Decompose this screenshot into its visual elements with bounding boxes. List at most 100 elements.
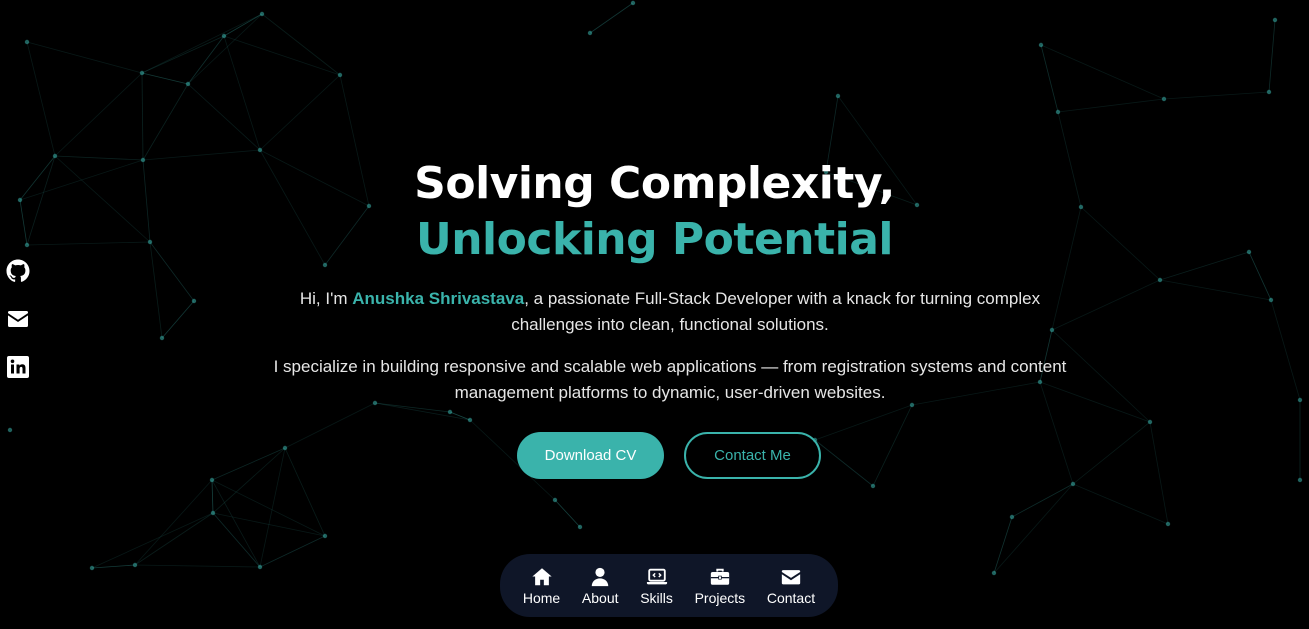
network-node (259, 11, 265, 17)
network-node (322, 533, 328, 539)
nav-item-home[interactable]: Home (523, 566, 560, 606)
hero-title-line2: Unlocking Potential (416, 214, 894, 265)
network-node (1297, 477, 1303, 483)
network-line (284, 402, 376, 449)
nav-item-skills[interactable]: Skills (640, 566, 673, 606)
network-line (1057, 98, 1165, 113)
network-line (993, 516, 1013, 574)
nav-item-label: About (581, 589, 619, 606)
network-node (139, 70, 145, 76)
network-line (26, 41, 143, 74)
network-line (1040, 44, 1059, 113)
network-line (449, 411, 471, 421)
network-node (89, 565, 95, 571)
network-node (1268, 297, 1274, 303)
network-node (24, 39, 30, 45)
network-node (191, 298, 197, 304)
network-node (282, 445, 288, 451)
nav-item-label: Home (522, 589, 561, 606)
network-line (1149, 421, 1169, 525)
hero-title-line1: Solving Complexity, (414, 158, 895, 209)
network-line (134, 564, 261, 568)
network-node (209, 477, 215, 483)
network-line (187, 35, 225, 85)
nav-item-projects[interactable]: Projects (694, 566, 746, 606)
network-line (1072, 483, 1169, 525)
network-line (993, 483, 1074, 574)
network-node (1266, 89, 1272, 95)
network-node (552, 497, 558, 503)
network-node (210, 510, 216, 516)
linkedin-icon (7, 356, 29, 378)
intro-prefix: Hi, I'm (299, 289, 353, 308)
network-line (1163, 91, 1270, 100)
nav-item-about[interactable]: About (582, 566, 619, 606)
network-node (577, 524, 583, 530)
network-node (1165, 521, 1171, 527)
network-line (554, 499, 581, 528)
network-line (211, 479, 261, 568)
network-line (161, 300, 195, 339)
nav-item-label: Projects (694, 589, 746, 606)
network-node (221, 33, 227, 39)
briefcase-icon (710, 568, 730, 585)
network-node (870, 483, 876, 489)
network-line (1268, 19, 1276, 93)
network-line (223, 35, 341, 76)
download-cv-button[interactable]: Download CV (517, 432, 664, 479)
network-line (814, 439, 874, 487)
github-link[interactable] (6, 259, 30, 283)
network-line (1072, 421, 1151, 485)
network-line (211, 479, 214, 514)
network-line (141, 72, 189, 85)
network-line (589, 2, 634, 34)
network-node (1297, 397, 1303, 403)
network-line (259, 447, 286, 568)
envelope-icon (8, 311, 28, 327)
network-node (1009, 514, 1015, 520)
github-icon (6, 259, 30, 282)
network-node (630, 0, 636, 6)
home-icon (531, 567, 552, 585)
email-link[interactable] (6, 307, 30, 331)
network-node (185, 81, 191, 87)
network-node (1055, 109, 1061, 115)
network-line (91, 512, 214, 569)
network-node (159, 335, 165, 341)
network-line (261, 13, 341, 76)
network-line (141, 35, 225, 74)
intro-paragraph: Hi, I'm Anushka Shrivastava, a passionat… (270, 286, 1070, 338)
network-node (1070, 481, 1076, 487)
intro-suffix: , a passionate Full-Stack Developer with… (511, 289, 1041, 334)
network-node (1038, 42, 1044, 48)
network-line (211, 447, 286, 481)
network-node (447, 409, 453, 415)
network-line (134, 512, 214, 566)
network-node (337, 72, 343, 78)
network-line (134, 479, 213, 566)
nav-item-label: Contact (766, 589, 816, 606)
user-icon (591, 567, 609, 586)
contact-me-button[interactable]: Contact Me (684, 432, 821, 479)
network-line (26, 41, 56, 157)
network-node (7, 427, 13, 433)
network-line (284, 447, 326, 537)
network-node (132, 562, 138, 568)
network-line (1159, 279, 1272, 301)
network-node (257, 564, 263, 570)
network-node (835, 93, 841, 99)
nav-item-contact[interactable]: Contact (767, 566, 815, 606)
network-node (587, 30, 593, 36)
network-line (259, 74, 341, 151)
network-node (257, 147, 263, 153)
network-line (212, 447, 286, 514)
network-line (54, 72, 143, 157)
linkedin-link[interactable] (6, 355, 30, 379)
author-name: Anushka Shrivastava (352, 289, 525, 308)
network-line (141, 13, 263, 74)
network-node (1157, 277, 1163, 283)
network-line (1011, 483, 1074, 518)
bottom-navbar: Home About Skills Projects Contact (500, 554, 838, 617)
envelope-icon (781, 569, 801, 584)
network-node (1147, 419, 1153, 425)
